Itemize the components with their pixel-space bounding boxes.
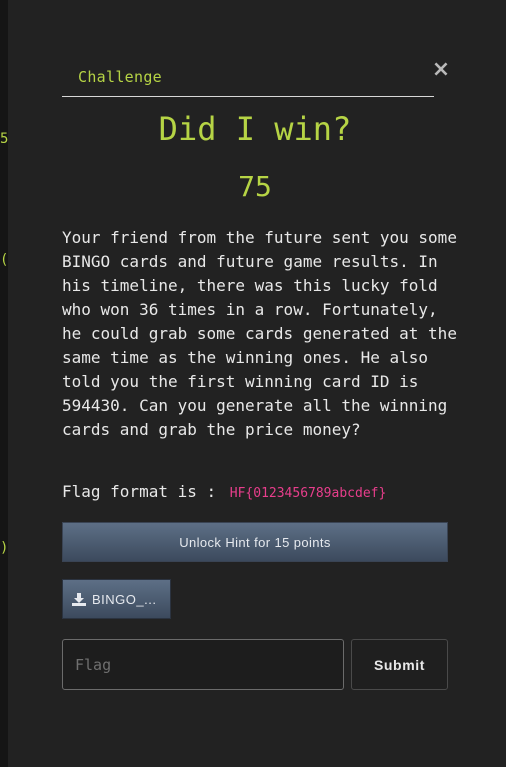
flag-format-label: Flag format is : <box>62 482 217 501</box>
download-file-button[interactable]: BINGO_... <box>62 579 171 619</box>
unlock-hint-button[interactable]: Unlock Hint for 15 points <box>62 522 448 562</box>
flag-format-code: HF{0123456789abcdef} <box>229 486 387 501</box>
challenge-points: 75 <box>238 170 272 203</box>
submit-button[interactable]: Submit <box>351 639 448 690</box>
flag-input[interactable] <box>62 639 344 690</box>
download-icon <box>72 592 86 606</box>
challenge-modal: Challenge × Did I win? 75 Your friend fr… <box>8 0 506 767</box>
close-icon[interactable]: × <box>431 58 451 82</box>
challenge-description: Your friend from the future sent you som… <box>62 228 457 439</box>
flag-format: Flag format is : HF{0123456789abcdef} <box>62 482 386 501</box>
tab-challenge[interactable]: Challenge <box>78 68 162 86</box>
challenge-title: Did I win? <box>158 110 352 148</box>
file-name-label: BINGO_... <box>92 591 157 607</box>
tab-underline <box>62 96 434 97</box>
background-edge <box>0 0 8 767</box>
